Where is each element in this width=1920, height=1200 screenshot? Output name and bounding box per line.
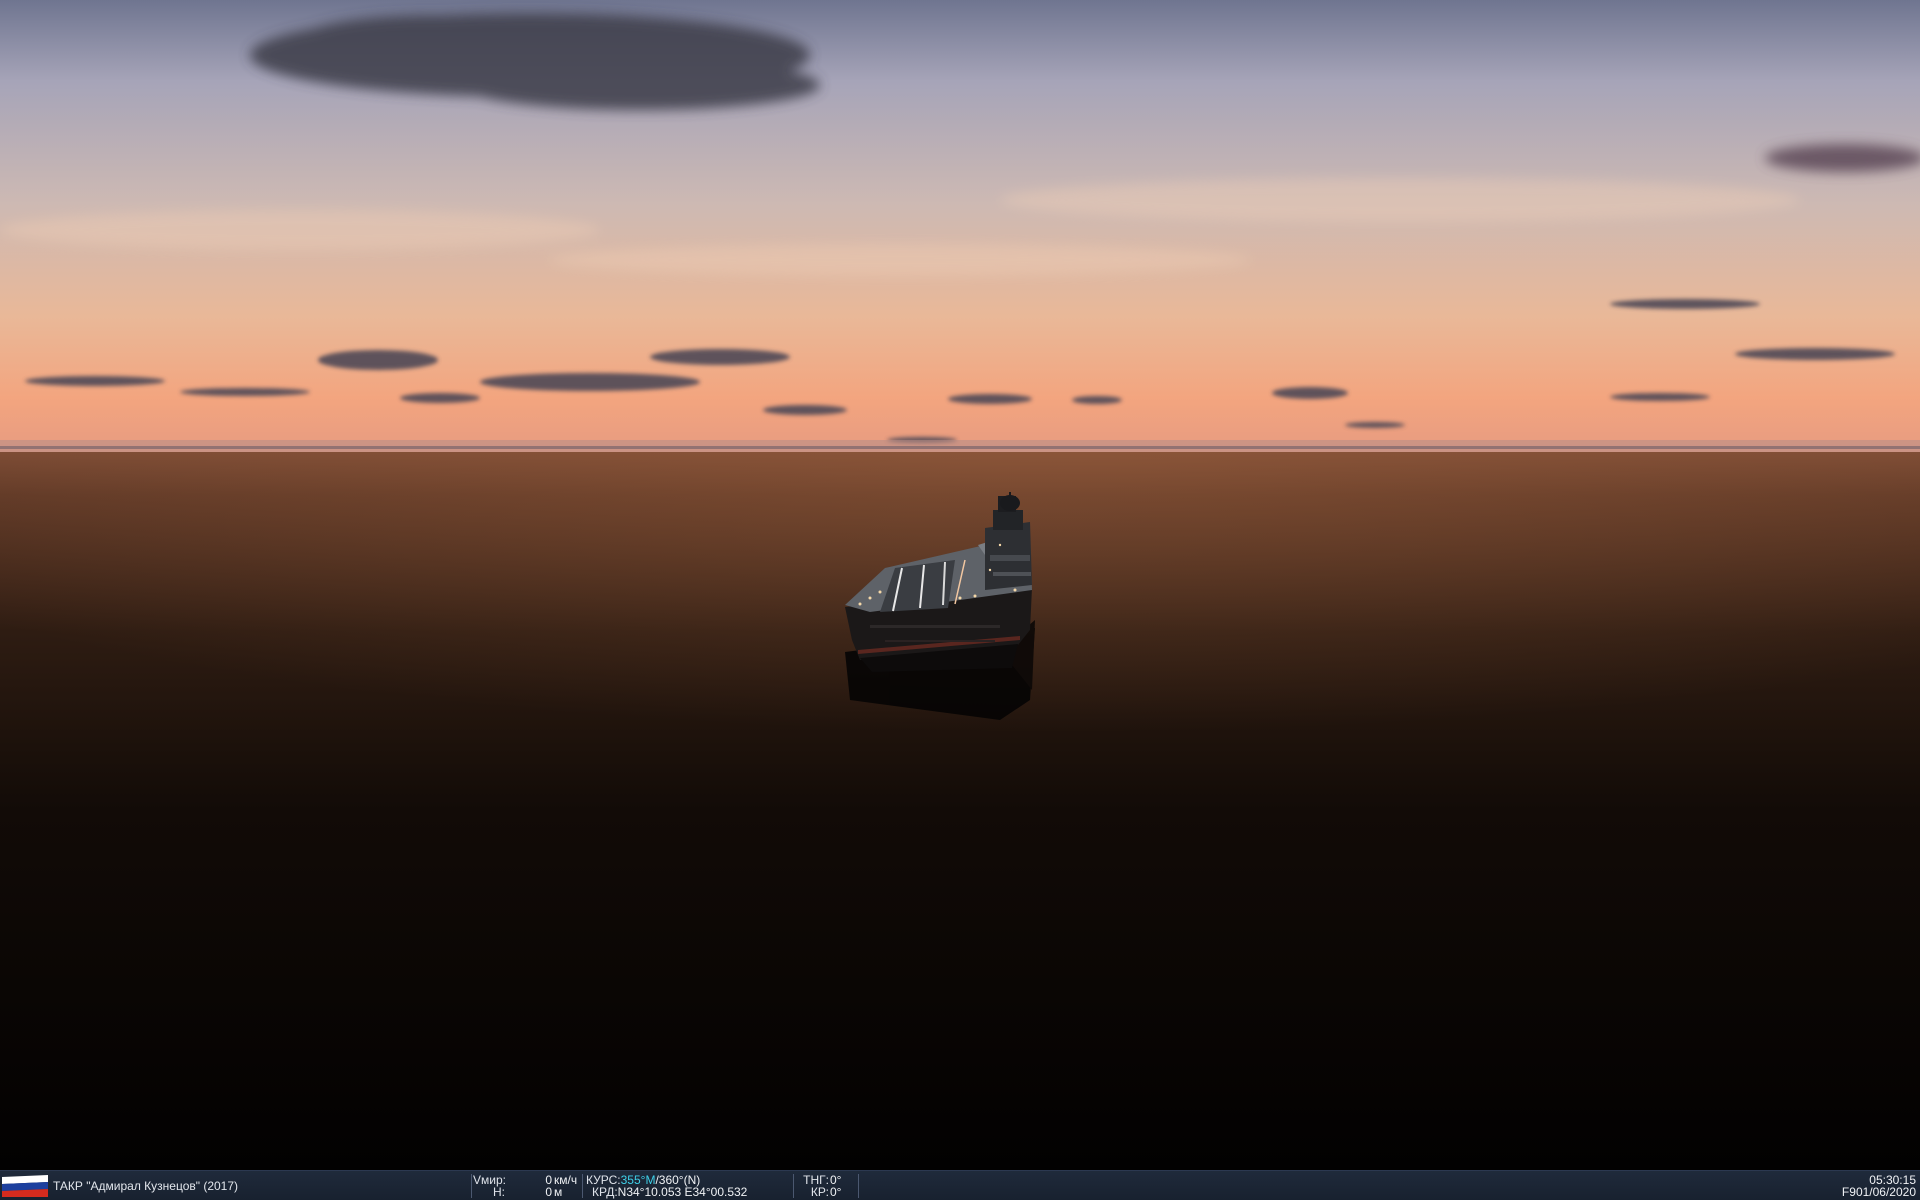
roll-value: 0° [830, 1185, 842, 1199]
coordinates-value: N34°10.053 E34°00.532 [617, 1185, 748, 1199]
separator [471, 1174, 472, 1198]
coordinates-readout: КРД:N34°10.053 E34°00.532 [592, 1186, 747, 1199]
scene [0, 0, 1920, 1170]
separator [793, 1174, 794, 1198]
clock-date-line: F901/06/2020 [1800, 1186, 1916, 1199]
clock-date: 01/06/2020 [1855, 1185, 1916, 1199]
unit-name: ТАКР "Адмирал Кузнецов" (2017) [53, 1179, 239, 1193]
separator [582, 1174, 583, 1198]
flag-icon [2, 1175, 48, 1197]
game-viewport[interactable]: ТАКР "Адмирал Кузнецов" (2017) Vмир: 0 к… [0, 0, 1920, 1200]
status-bar: ТАКР "Адмирал Кузнецов" (2017) Vмир: 0 к… [0, 1170, 1920, 1200]
separator [858, 1174, 859, 1198]
coordinates-label: КРД: [592, 1185, 618, 1199]
view-key: F9 [1841, 1185, 1856, 1199]
altitude-label: Н: [493, 1185, 505, 1199]
altitude-value: 0 [545, 1185, 552, 1199]
altitude-unit: м [554, 1185, 563, 1199]
roll-label: КР: [810, 1185, 829, 1199]
